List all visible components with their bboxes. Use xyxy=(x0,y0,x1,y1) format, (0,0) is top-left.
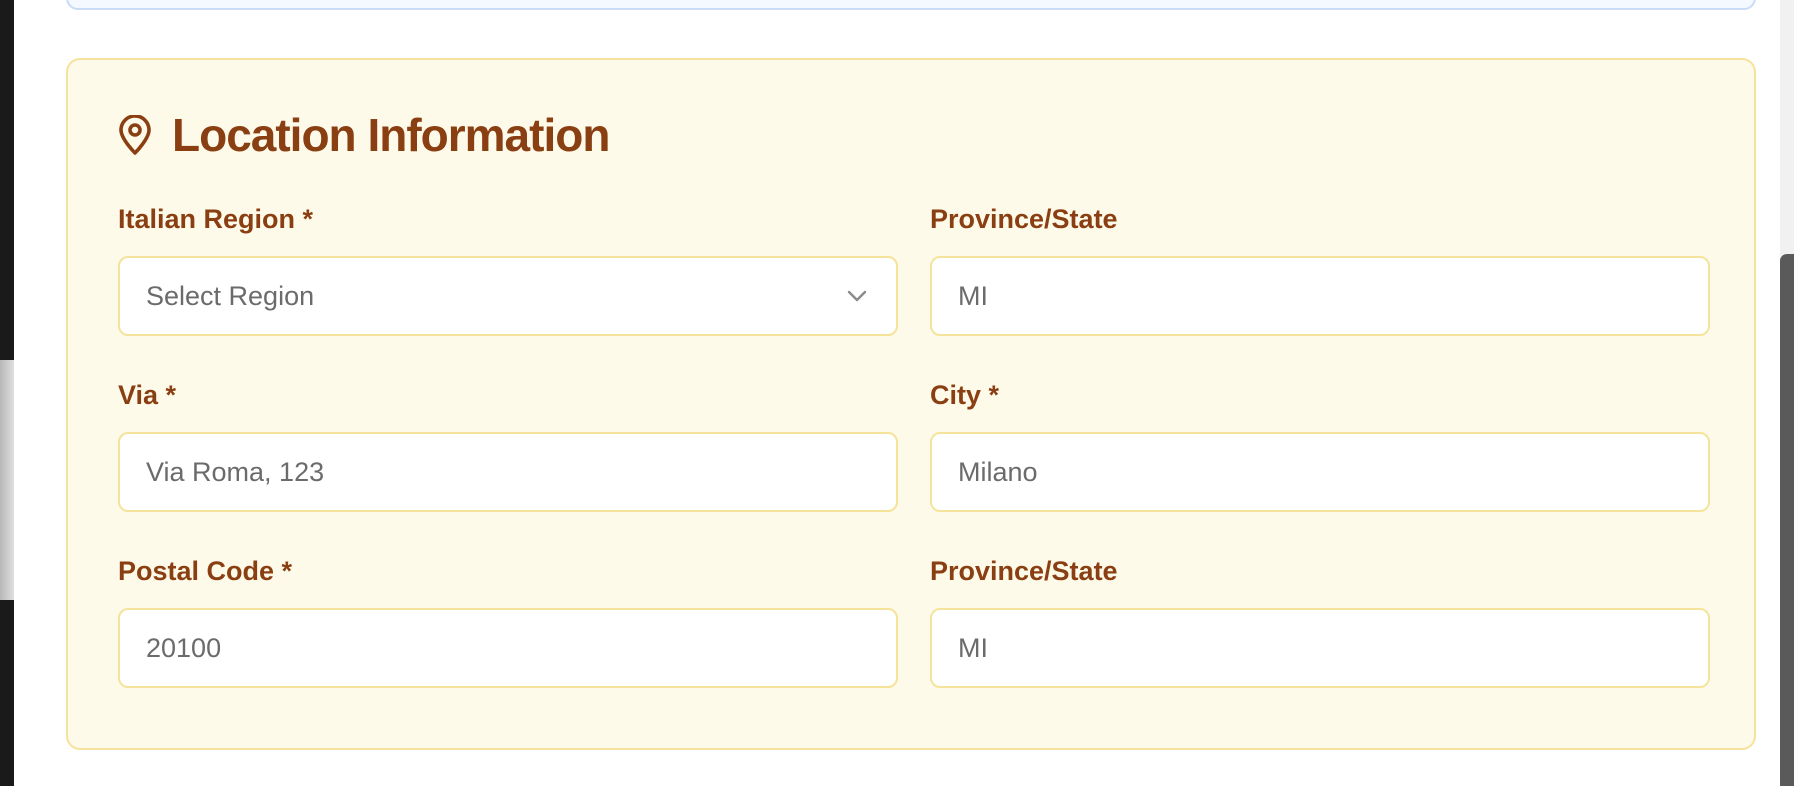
map-pin-icon xyxy=(118,115,152,155)
postal-code-input[interactable]: 20100 xyxy=(118,608,898,688)
province-label-bottom: Province/State xyxy=(930,556,1118,586)
scrollbar-track[interactable] xyxy=(1780,0,1794,786)
section-header: Location Information xyxy=(118,108,610,162)
postal-code-field: Postal Code * 20100 xyxy=(118,554,898,688)
city-input-placeholder: Milano xyxy=(958,456,1038,487)
city-label: City * xyxy=(930,380,1000,410)
region-label: Italian Region * xyxy=(118,204,314,234)
region-select-value: Select Region xyxy=(146,280,315,311)
province-input-bottom-placeholder: MI xyxy=(958,632,988,663)
postal-code-label: Postal Code * xyxy=(118,556,293,586)
province-input-top[interactable]: MI xyxy=(930,256,1710,336)
via-field: Via * Via Roma, 123 xyxy=(118,378,898,512)
section-title: Location Information xyxy=(172,109,610,161)
region-field: Italian Region * Select Region xyxy=(118,202,898,336)
background-ghost-content xyxy=(0,360,14,600)
province-field-bottom: Province/State MI xyxy=(930,554,1710,688)
city-input[interactable]: Milano xyxy=(930,432,1710,512)
location-information-section: Location Information Italian Region * Se… xyxy=(66,58,1756,750)
previous-section-card xyxy=(66,0,1756,10)
chevron-down-icon xyxy=(844,283,870,309)
province-input-bottom[interactable]: MI xyxy=(930,608,1710,688)
city-field: City * Milano xyxy=(930,378,1710,512)
postal-code-input-placeholder: 20100 xyxy=(146,632,222,663)
province-input-top-placeholder: MI xyxy=(958,280,988,311)
region-select[interactable]: Select Region xyxy=(118,256,898,336)
via-label: Via * xyxy=(118,380,177,410)
province-field-top: Province/State MI xyxy=(930,202,1710,336)
province-label-top: Province/State xyxy=(930,204,1118,234)
via-input[interactable]: Via Roma, 123 xyxy=(118,432,898,512)
scrollbar-thumb[interactable] xyxy=(1780,254,1794,786)
via-input-placeholder: Via Roma, 123 xyxy=(146,456,325,487)
